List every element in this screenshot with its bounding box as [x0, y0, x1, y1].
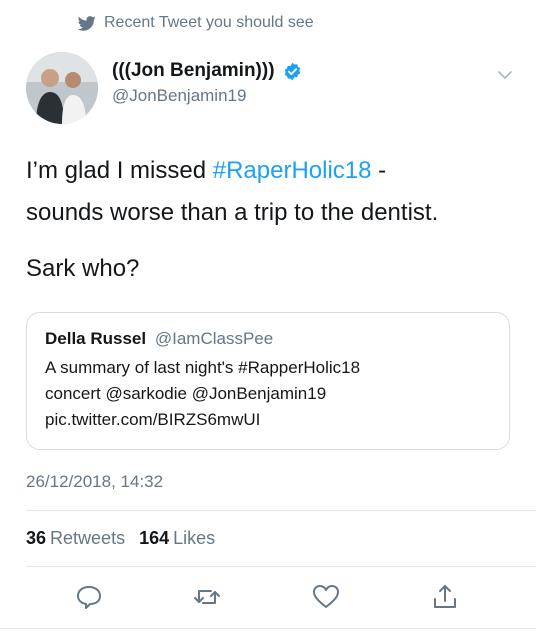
quoted-line-1: A summary of last night's #RapperHolic18 — [45, 358, 361, 377]
bird-icon — [78, 15, 96, 31]
tweet-text: I’m glad I missed #RaperHolic18 - sounds… — [26, 150, 516, 290]
divider — [26, 566, 536, 567]
tweet-line-3: Sark who? — [26, 255, 140, 282]
retweets-label: Retweets — [50, 528, 126, 548]
avatar[interactable] — [26, 52, 98, 124]
heart-icon — [313, 585, 339, 608]
tweet-text-segment: - — [371, 157, 387, 184]
chevron-down-icon[interactable] — [496, 66, 514, 84]
likes-stat[interactable]: 164 Likes — [139, 528, 215, 549]
divider — [0, 628, 536, 629]
share-button[interactable] — [430, 582, 460, 612]
tweet-timestamp[interactable]: 26/12/2018, 14:32 — [26, 472, 163, 492]
like-button[interactable] — [311, 582, 341, 612]
quoted-tweet[interactable]: Della Russel @IamClassPee A summary of l… — [26, 312, 510, 450]
tweet-line-1: I’m glad I missed #RaperHolic18 - — [26, 150, 516, 192]
quoted-line-3: pic.twitter.com/BIRZS6mwUI — [45, 410, 261, 429]
quoted-author-handle: @IamClassPee — [154, 329, 274, 348]
quoted-line-2: concert @sarkodie @JonBenjamin19 — [45, 384, 327, 403]
tweet-header: (((Jon Benjamin))) @JonBenjamin19 — [112, 60, 302, 106]
divider — [26, 510, 536, 511]
tweet-line-2: sounds worse than a trip to the dentist. — [26, 199, 439, 226]
quoted-author-name: Della Russel — [45, 329, 147, 348]
author-handle[interactable]: @JonBenjamin19 — [112, 86, 302, 106]
reply-icon — [77, 586, 101, 609]
action-bar — [0, 582, 536, 614]
tweet-text-segment: I’m glad I missed — [26, 157, 213, 184]
author-name[interactable]: (((Jon Benjamin))) — [112, 60, 275, 82]
quoted-tweet-header: Della Russel @IamClassPee — [45, 329, 491, 349]
verified-badge-icon — [284, 62, 300, 80]
retweets-count: 36 — [26, 528, 47, 548]
reply-button[interactable] — [74, 582, 104, 612]
likes-count: 164 — [139, 528, 170, 548]
likes-label: Likes — [173, 528, 216, 548]
quoted-tweet-text: A summary of last night's #RapperHolic18… — [45, 355, 491, 433]
engagement-stats: 36 Retweets 164 Likes — [26, 528, 215, 549]
retweet-icon — [194, 590, 220, 604]
avatar-photo — [26, 52, 98, 124]
social-context-label: Recent Tweet you should see — [104, 14, 314, 31]
share-icon — [434, 585, 456, 608]
social-context: Recent Tweet you should see — [78, 14, 314, 32]
retweet-button[interactable] — [192, 582, 222, 612]
retweets-stat[interactable]: 36 Retweets — [26, 528, 125, 549]
hashtag-link[interactable]: #RaperHolic18 — [213, 157, 372, 184]
